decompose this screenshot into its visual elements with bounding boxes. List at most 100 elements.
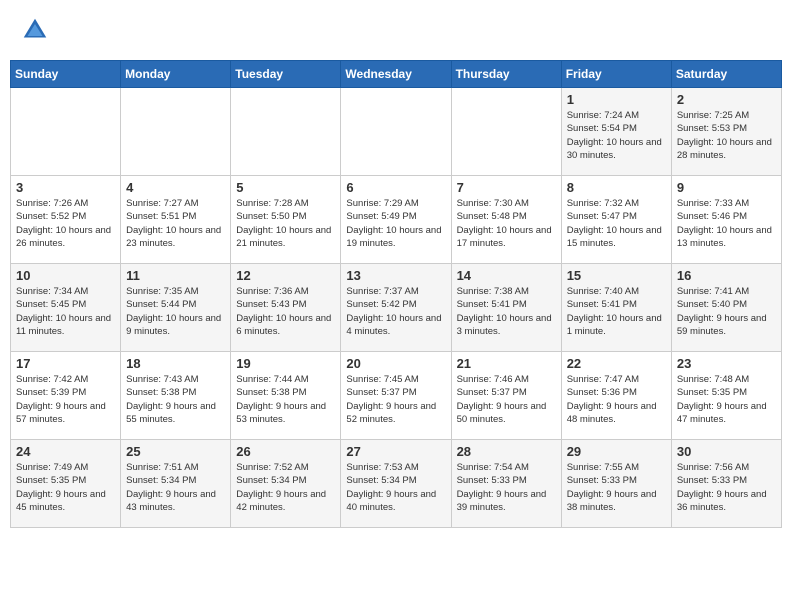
calendar-header-tuesday: Tuesday: [231, 61, 341, 88]
calendar-cell: 4 Sunrise: 7:27 AM Sunset: 5:51 PM Daylig…: [121, 176, 231, 264]
day-number: 30: [677, 444, 776, 459]
calendar-cell: 17Sunrise: 7:42 AM Sunset: 5:39 PM Dayli…: [11, 352, 121, 440]
calendar-cell: [341, 88, 451, 176]
day-number: 21: [457, 356, 556, 371]
day-number: 9: [677, 180, 776, 195]
day-number: 14: [457, 268, 556, 283]
calendar-header-row: SundayMondayTuesdayWednesdayThursdayFrid…: [11, 61, 782, 88]
calendar-header-friday: Friday: [561, 61, 671, 88]
day-number: 2: [677, 92, 776, 107]
day-info: Sunrise: 7:54 AM Sunset: 5:33 PM Dayligh…: [457, 461, 556, 514]
day-number: 17: [16, 356, 115, 371]
calendar-cell: [451, 88, 561, 176]
day-info: Sunrise: 7:30 AM Sunset: 5:48 PM Dayligh…: [457, 197, 556, 250]
calendar-header-thursday: Thursday: [451, 61, 561, 88]
day-info: Sunrise: 7:55 AM Sunset: 5:33 PM Dayligh…: [567, 461, 666, 514]
calendar-cell: [121, 88, 231, 176]
day-number: 8: [567, 180, 666, 195]
calendar-week-row: 10Sunrise: 7:34 AM Sunset: 5:45 PM Dayli…: [11, 264, 782, 352]
day-info: Sunrise: 7:26 AM Sunset: 5:52 PM Dayligh…: [16, 197, 115, 250]
calendar-cell: 1Sunrise: 7:24 AM Sunset: 5:54 PM Daylig…: [561, 88, 671, 176]
day-info: Sunrise: 7:35 AM Sunset: 5:44 PM Dayligh…: [126, 285, 225, 338]
calendar-cell: 28 Sunrise: 7:54 AM Sunset: 5:33 PM Dayli…: [451, 440, 561, 528]
calendar-cell: 26 Sunrise: 7:52 AM Sunset: 5:34 PM Dayli…: [231, 440, 341, 528]
day-number: 26: [236, 444, 335, 459]
day-number: 27: [346, 444, 445, 459]
calendar-cell: 7 Sunrise: 7:30 AM Sunset: 5:48 PM Daylig…: [451, 176, 561, 264]
day-number: 29: [567, 444, 666, 459]
calendar-cell: 3 Sunrise: 7:26 AM Sunset: 5:52 PM Daylig…: [11, 176, 121, 264]
calendar-cell: 25 Sunrise: 7:51 AM Sunset: 5:34 PM Dayli…: [121, 440, 231, 528]
calendar-cell: 2 Sunrise: 7:25 AM Sunset: 5:53 PM Daylig…: [671, 88, 781, 176]
day-number: 11: [126, 268, 225, 283]
day-number: 16: [677, 268, 776, 283]
day-number: 4: [126, 180, 225, 195]
day-number: 7: [457, 180, 556, 195]
day-info: Sunrise: 7:45 AM Sunset: 5:37 PM Dayligh…: [346, 373, 445, 426]
calendar-cell: [231, 88, 341, 176]
day-info: Sunrise: 7:43 AM Sunset: 5:38 PM Dayligh…: [126, 373, 225, 426]
day-number: 23: [677, 356, 776, 371]
calendar-cell: 22 Sunrise: 7:47 AM Sunset: 5:36 PM Dayli…: [561, 352, 671, 440]
day-info: Sunrise: 7:41 AM Sunset: 5:40 PM Dayligh…: [677, 285, 776, 338]
day-info: Sunrise: 7:40 AM Sunset: 5:41 PM Dayligh…: [567, 285, 666, 338]
day-number: 12: [236, 268, 335, 283]
calendar-cell: 6 Sunrise: 7:29 AM Sunset: 5:49 PM Daylig…: [341, 176, 451, 264]
calendar-cell: 29 Sunrise: 7:55 AM Sunset: 5:33 PM Dayli…: [561, 440, 671, 528]
calendar-header-monday: Monday: [121, 61, 231, 88]
day-number: 3: [16, 180, 115, 195]
day-info: Sunrise: 7:37 AM Sunset: 5:42 PM Dayligh…: [346, 285, 445, 338]
day-number: 13: [346, 268, 445, 283]
logo: [20, 15, 54, 45]
day-number: 24: [16, 444, 115, 459]
calendar-cell: 15 Sunrise: 7:40 AM Sunset: 5:41 PM Dayli…: [561, 264, 671, 352]
calendar-cell: 14 Sunrise: 7:38 AM Sunset: 5:41 PM Dayli…: [451, 264, 561, 352]
day-info: Sunrise: 7:56 AM Sunset: 5:33 PM Dayligh…: [677, 461, 776, 514]
day-info: Sunrise: 7:29 AM Sunset: 5:49 PM Dayligh…: [346, 197, 445, 250]
calendar-week-row: 1Sunrise: 7:24 AM Sunset: 5:54 PM Daylig…: [11, 88, 782, 176]
day-info: Sunrise: 7:38 AM Sunset: 5:41 PM Dayligh…: [457, 285, 556, 338]
day-info: Sunrise: 7:36 AM Sunset: 5:43 PM Dayligh…: [236, 285, 335, 338]
calendar-cell: 12 Sunrise: 7:36 AM Sunset: 5:43 PM Dayli…: [231, 264, 341, 352]
calendar-cell: [11, 88, 121, 176]
calendar-cell: 10Sunrise: 7:34 AM Sunset: 5:45 PM Dayli…: [11, 264, 121, 352]
day-number: 5: [236, 180, 335, 195]
day-number: 22: [567, 356, 666, 371]
calendar-cell: 16 Sunrise: 7:41 AM Sunset: 5:40 PM Dayli…: [671, 264, 781, 352]
day-info: Sunrise: 7:48 AM Sunset: 5:35 PM Dayligh…: [677, 373, 776, 426]
logo-icon: [20, 15, 50, 45]
day-info: Sunrise: 7:51 AM Sunset: 5:34 PM Dayligh…: [126, 461, 225, 514]
calendar-cell: 30 Sunrise: 7:56 AM Sunset: 5:33 PM Dayli…: [671, 440, 781, 528]
day-number: 15: [567, 268, 666, 283]
day-info: Sunrise: 7:49 AM Sunset: 5:35 PM Dayligh…: [16, 461, 115, 514]
calendar-week-row: 3 Sunrise: 7:26 AM Sunset: 5:52 PM Daylig…: [11, 176, 782, 264]
day-info: Sunrise: 7:53 AM Sunset: 5:34 PM Dayligh…: [346, 461, 445, 514]
calendar-cell: 11 Sunrise: 7:35 AM Sunset: 5:44 PM Dayli…: [121, 264, 231, 352]
day-info: Sunrise: 7:27 AM Sunset: 5:51 PM Dayligh…: [126, 197, 225, 250]
day-info: Sunrise: 7:32 AM Sunset: 5:47 PM Dayligh…: [567, 197, 666, 250]
calendar-cell: 24 Sunrise: 7:49 AM Sunset: 5:35 PM Dayli…: [11, 440, 121, 528]
calendar-header-saturday: Saturday: [671, 61, 781, 88]
calendar-cell: 5Sunrise: 7:28 AM Sunset: 5:50 PM Daylig…: [231, 176, 341, 264]
calendar-cell: 19 Sunrise: 7:44 AM Sunset: 5:38 PM Dayli…: [231, 352, 341, 440]
day-number: 28: [457, 444, 556, 459]
day-number: 25: [126, 444, 225, 459]
calendar-week-row: 24 Sunrise: 7:49 AM Sunset: 5:35 PM Dayli…: [11, 440, 782, 528]
calendar-table: SundayMondayTuesdayWednesdayThursdayFrid…: [10, 60, 782, 528]
calendar-header-wednesday: Wednesday: [341, 61, 451, 88]
calendar-week-row: 17Sunrise: 7:42 AM Sunset: 5:39 PM Dayli…: [11, 352, 782, 440]
calendar-cell: 27 Sunrise: 7:53 AM Sunset: 5:34 PM Dayli…: [341, 440, 451, 528]
day-number: 6: [346, 180, 445, 195]
calendar-header-sunday: Sunday: [11, 61, 121, 88]
day-info: Sunrise: 7:52 AM Sunset: 5:34 PM Dayligh…: [236, 461, 335, 514]
day-number: 1: [567, 92, 666, 107]
day-info: Sunrise: 7:44 AM Sunset: 5:38 PM Dayligh…: [236, 373, 335, 426]
calendar-cell: 20Sunrise: 7:45 AM Sunset: 5:37 PM Dayli…: [341, 352, 451, 440]
day-info: Sunrise: 7:46 AM Sunset: 5:37 PM Dayligh…: [457, 373, 556, 426]
day-info: Sunrise: 7:33 AM Sunset: 5:46 PM Dayligh…: [677, 197, 776, 250]
day-info: Sunrise: 7:47 AM Sunset: 5:36 PM Dayligh…: [567, 373, 666, 426]
calendar-cell: 18Sunrise: 7:43 AM Sunset: 5:38 PM Dayli…: [121, 352, 231, 440]
calendar-cell: 13 Sunrise: 7:37 AM Sunset: 5:42 PM Dayli…: [341, 264, 451, 352]
day-info: Sunrise: 7:25 AM Sunset: 5:53 PM Dayligh…: [677, 109, 776, 162]
day-number: 19: [236, 356, 335, 371]
